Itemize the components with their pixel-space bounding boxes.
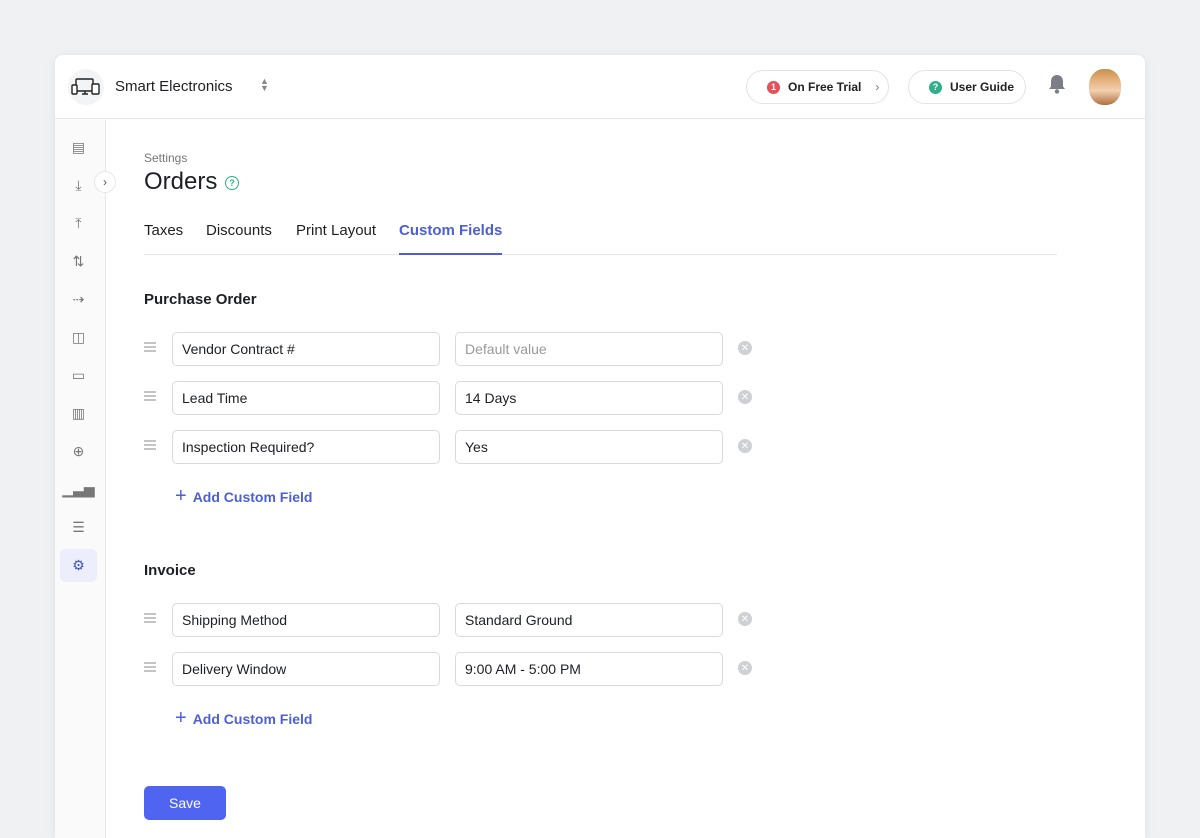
expand-sidebar-button[interactable]: ›: [94, 171, 116, 193]
add-custom-field-button[interactable]: + Add Custom Field: [175, 485, 312, 508]
drag-handle-icon[interactable]: [144, 662, 156, 674]
remove-field-icon[interactable]: ✕: [738, 439, 752, 453]
field-default-value-input[interactable]: 14 Days: [455, 381, 723, 415]
add-label: Add Custom Field: [193, 711, 313, 727]
breadcrumb[interactable]: Settings: [144, 151, 187, 165]
sidebar-item-add-circle-icon[interactable]: ⊕: [60, 435, 97, 468]
top-bar: Smart Electronics ▲▼ 1 On Free Trial › ?…: [55, 55, 1145, 119]
avatar[interactable]: [1089, 69, 1121, 105]
company-switcher-icon[interactable]: ▲▼: [260, 78, 269, 92]
sidebar-item-box-icon[interactable]: ▤: [60, 131, 97, 164]
tab-print-layout[interactable]: Print Layout: [296, 222, 376, 255]
field-name-input[interactable]: Shipping Method: [172, 603, 440, 637]
custom-field-row: Shipping Method Standard Ground ✕: [144, 603, 784, 637]
field-name-input[interactable]: Vendor Contract #: [172, 332, 440, 366]
guide-label: User Guide: [950, 80, 1014, 94]
field-name-input[interactable]: Lead Time: [172, 381, 440, 415]
free-trial-button[interactable]: 1 On Free Trial ›: [746, 70, 889, 104]
remove-field-icon[interactable]: ✕: [738, 341, 752, 355]
remove-field-icon[interactable]: ✕: [738, 661, 752, 675]
sidebar-item-arrow-right-icon[interactable]: ⇢: [60, 283, 97, 316]
sidebar-item-chart-icon[interactable]: ▁▃▅: [60, 473, 97, 506]
save-button[interactable]: Save: [144, 786, 226, 820]
alert-badge-icon: 1: [767, 81, 780, 94]
tab-discounts[interactable]: Discounts: [206, 222, 272, 255]
tab-taxes[interactable]: Taxes: [144, 222, 183, 255]
field-name-input[interactable]: Inspection Required?: [172, 430, 440, 464]
section-title: Purchase Order: [144, 291, 257, 308]
sidebar-item-transfer-icon[interactable]: ⇅: [60, 245, 97, 278]
help-icon: ?: [929, 81, 942, 94]
company-name[interactable]: Smart Electronics: [115, 78, 233, 95]
trial-label: On Free Trial: [788, 80, 861, 94]
section-title: Invoice: [144, 562, 196, 579]
custom-field-row: Vendor Contract # Default value ✕: [144, 332, 784, 366]
devices-logo-icon: [68, 69, 104, 105]
sidebar: ▤ ⤓ ⤒ ⇅ ⇢ ◫ ▭ ▥ ⊕ ▁▃▅ ☰ ⚙: [55, 120, 106, 838]
drag-handle-icon[interactable]: [144, 440, 156, 452]
sidebar-item-list-icon[interactable]: ☰: [60, 511, 97, 544]
help-icon[interactable]: ?: [225, 176, 239, 190]
field-name-input[interactable]: Delivery Window: [172, 652, 440, 686]
plus-icon: +: [175, 707, 187, 730]
field-default-value-input[interactable]: Standard Ground: [455, 603, 723, 637]
tab-bar: Taxes Discounts Print Layout Custom Fiel…: [144, 220, 1057, 255]
add-custom-field-button[interactable]: + Add Custom Field: [175, 707, 312, 730]
app-window: Smart Electronics ▲▼ 1 On Free Trial › ?…: [55, 55, 1145, 838]
sidebar-item-download-icon[interactable]: ⤓: [60, 169, 97, 202]
drag-handle-icon[interactable]: [144, 613, 156, 625]
bell-icon[interactable]: [1048, 73, 1066, 100]
field-default-value-input[interactable]: Default value: [455, 332, 723, 366]
page-title: Orders: [144, 168, 217, 196]
sidebar-item-document-icon[interactable]: ▭: [60, 359, 97, 392]
chevron-right-icon: ›: [875, 80, 879, 94]
sidebar-item-settings-icon[interactable]: ⚙: [60, 549, 97, 582]
sidebar-item-barcode-icon[interactable]: ▥: [60, 397, 97, 430]
custom-field-row: Delivery Window 9:00 AM - 5:00 PM ✕: [144, 652, 784, 686]
custom-field-row: Lead Time 14 Days ✕: [144, 381, 784, 415]
remove-field-icon[interactable]: ✕: [738, 390, 752, 404]
custom-field-row: Inspection Required? Yes ✕: [144, 430, 784, 464]
tab-custom-fields[interactable]: Custom Fields: [399, 222, 502, 255]
field-default-value-input[interactable]: Yes: [455, 430, 723, 464]
field-default-value-input[interactable]: 9:00 AM - 5:00 PM: [455, 652, 723, 686]
user-guide-button[interactable]: ? User Guide: [908, 70, 1026, 104]
plus-icon: +: [175, 485, 187, 508]
sidebar-item-adjust-icon[interactable]: ◫: [60, 321, 97, 354]
drag-handle-icon[interactable]: [144, 342, 156, 354]
remove-field-icon[interactable]: ✕: [738, 612, 752, 626]
add-label: Add Custom Field: [193, 489, 313, 505]
sidebar-item-upload-icon[interactable]: ⤒: [60, 207, 97, 240]
drag-handle-icon[interactable]: [144, 391, 156, 403]
